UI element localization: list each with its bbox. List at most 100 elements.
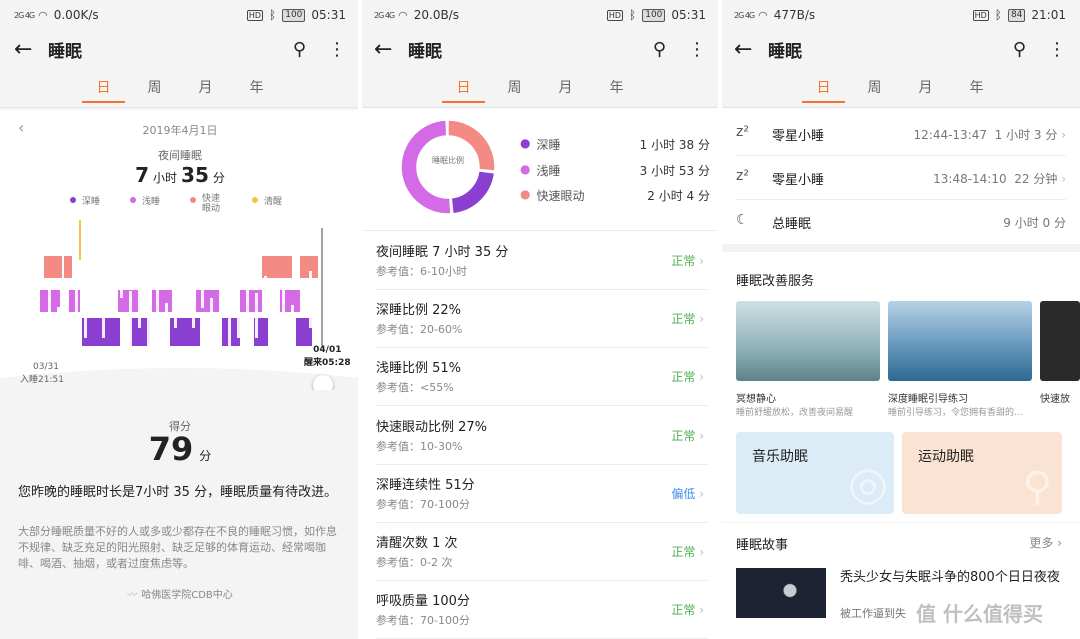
meditation-thumbnail[interactable]	[736, 301, 880, 381]
stage-row-deep: ● 深睡 1 小时 38 分	[520, 136, 710, 152]
chevron-right-icon: ›	[699, 486, 704, 501]
stage-row-rem: ● 快速眼动 2 小时 4 分	[520, 187, 710, 203]
tab-year[interactable]: 年	[591, 68, 642, 107]
tab-week[interactable]: 周	[489, 68, 540, 107]
legend-deep: 深睡	[70, 194, 100, 214]
stage-segment	[262, 256, 292, 278]
bluetooth-icon: ᛒ	[994, 8, 1002, 22]
metric-status: 偏低 ›	[671, 486, 704, 501]
back-arrow-icon[interactable]: ←	[374, 37, 408, 62]
music-sleep-card[interactable]: 音乐助眠 ◎	[736, 432, 894, 514]
chevron-right-icon: ›	[699, 603, 704, 618]
stage-legend: 深睡 浅睡 快速眼动 清醒	[70, 194, 282, 214]
service-section-title: 睡眠改善服务	[736, 274, 815, 289]
metric-reference: 参考值：70-100分	[376, 497, 470, 511]
deep-sleep-thumbnail[interactable]	[888, 301, 1032, 381]
metric-reference: 参考值：6-10小时	[376, 265, 467, 278]
chevron-right-icon: ›	[699, 428, 704, 443]
quick-relax-thumbnail[interactable]	[1040, 301, 1080, 381]
stage-segment	[68, 290, 80, 312]
stage-segment	[64, 256, 72, 278]
metric-row[interactable]: 清醒次数 1 次参考值：0-2 次 正常 ›	[376, 523, 708, 581]
metric-status: 正常 ›	[671, 254, 704, 268]
sleep-score: 79 分	[148, 430, 212, 468]
nap-icon: z²	[736, 124, 749, 140]
legend-light: 浅睡	[130, 194, 160, 214]
metric-reference: 参考值：20-60%	[376, 323, 463, 337]
chevron-right-icon: ›	[699, 312, 704, 327]
heartbeat-logo-icon: 〰	[127, 590, 138, 601]
panel-sleep-services: 2G 4G ◠ 477B/s HD ᛒ 84 21:01 ← 睡眠 ⚲ ⋮ 日 周 月 …	[720, 0, 1080, 639]
donut-center-label: 睡眠比例	[432, 156, 464, 165]
page-title: 睡眠	[48, 41, 82, 62]
hd-icon: HD	[606, 9, 624, 21]
sleep-summary: 您昨晚的睡眠时长是7小时 35 分，睡眠质量有待改进。	[18, 485, 338, 500]
stage-segment	[240, 290, 262, 312]
wifi-icon: ◠	[398, 8, 408, 22]
tab-week[interactable]: 周	[849, 68, 900, 107]
night-sleep-label: 夜间睡眠	[158, 149, 202, 162]
metric-title: 深睡比例 22%	[376, 303, 462, 319]
clock: 05:31	[671, 8, 706, 22]
service-title: 深度睡眠引导练习	[888, 394, 968, 405]
music-disc-icon: ◎	[847, 456, 888, 510]
hd-icon: HD	[972, 9, 989, 21]
metric-row[interactable]: 快速眼动比例 27% 参考值：10-30% 正常 ›	[376, 407, 708, 465]
share-icon[interactable]: ⚲	[653, 39, 666, 60]
nap-row-1[interactable]: z² 零星小睡 12:44-13:47 1 小时 3 分 ›	[736, 112, 1066, 156]
metric-reference: 参考值：0-2 次	[376, 556, 453, 569]
nap-row-2[interactable]: z² 零星小睡 13:48-14:10 22 分钟 ›	[736, 156, 1066, 200]
more-menu-icon[interactable]: ⋮	[688, 39, 706, 60]
metric-reference: 参考值：10-30%	[376, 439, 463, 453]
tab-month[interactable]: 月	[900, 68, 951, 107]
metric-row[interactable]: 浅睡比例 51% 参考值：<55% 正常 ›	[376, 348, 708, 407]
legend-awake: 清醒	[252, 194, 282, 214]
tab-year[interactable]: 年	[231, 68, 282, 107]
chevron-right-icon: ›	[699, 254, 704, 268]
battery-icon: 100	[282, 8, 306, 22]
stage-row-light: ● 浅睡 3 小时 53 分	[520, 162, 710, 178]
stage-segment	[196, 290, 220, 312]
tab-year[interactable]: 年	[951, 68, 1002, 107]
back-arrow-icon[interactable]: ←	[734, 37, 768, 62]
metric-status: 正常 ›	[671, 603, 704, 618]
metric-row[interactable]: 呼吸质量 100分 参考值：70-100分 正常 ›	[376, 581, 708, 639]
source-credit: 〰哈佛医学院CDB中心	[127, 590, 233, 601]
stage-segment	[44, 256, 62, 278]
story-desc: 被工作逼到失	[840, 607, 906, 620]
wifi-icon: ◠	[38, 8, 48, 22]
exercise-sleep-card[interactable]: 运动助眠 ⚲	[902, 432, 1062, 514]
more-link[interactable]: 更多 ›	[1029, 534, 1062, 551]
metric-row[interactable]: 夜间睡眠 7 小时 35 分参考值：6-10小时 正常 ›	[376, 232, 708, 290]
panel-sleep-analysis: 2G 4G ◠ 20.0B/s HD ᛒ 100 05:31 ← 睡眠 ⚲ ⋮ 日 周 …	[360, 0, 720, 639]
more-menu-icon[interactable]: ⋮	[1048, 39, 1066, 60]
signal-icon: 2G 4G	[374, 10, 395, 20]
nap-icon: z²	[736, 168, 749, 184]
tab-week[interactable]: 周	[129, 68, 180, 107]
story-thumbnail[interactable]	[736, 568, 826, 618]
sleep-ratio-donut	[400, 119, 496, 215]
story-section-title: 睡眠故事	[736, 538, 789, 553]
sleep-end: 04/01 醒来05:28	[304, 345, 351, 368]
more-menu-icon[interactable]: ⋮	[328, 39, 346, 60]
bluetooth-icon: ᛒ	[269, 8, 277, 22]
stage-segment	[82, 318, 120, 346]
metric-row[interactable]: 深睡连续性 51分 参考值：70-100分 偏低 ›	[376, 465, 708, 523]
share-icon[interactable]: ⚲	[293, 39, 306, 60]
share-icon[interactable]: ⚲	[1013, 39, 1026, 60]
metric-title: 夜间睡眠 7 小时 35 分	[376, 245, 509, 260]
battery-icon: 100	[642, 8, 666, 22]
metric-row[interactable]: 深睡比例 22% 参考值：20-60% 正常 ›	[376, 290, 708, 349]
tab-day[interactable]: 日	[78, 68, 129, 107]
hd-icon: HD	[246, 9, 264, 21]
metric-status: 正常 ›	[671, 312, 704, 327]
chevron-right-icon: ›	[699, 370, 704, 385]
battery-icon: 84	[1007, 8, 1026, 22]
clock: 21:01	[1031, 8, 1066, 22]
tab-month[interactable]: 月	[180, 68, 231, 107]
story-title[interactable]: 秃头少女与失眠斗争的800个日日夜夜	[840, 568, 1068, 587]
tab-day[interactable]: 日	[798, 68, 849, 107]
tab-month[interactable]: 月	[540, 68, 591, 107]
tab-day[interactable]: 日	[438, 68, 489, 107]
back-arrow-icon[interactable]: ←	[14, 37, 48, 62]
